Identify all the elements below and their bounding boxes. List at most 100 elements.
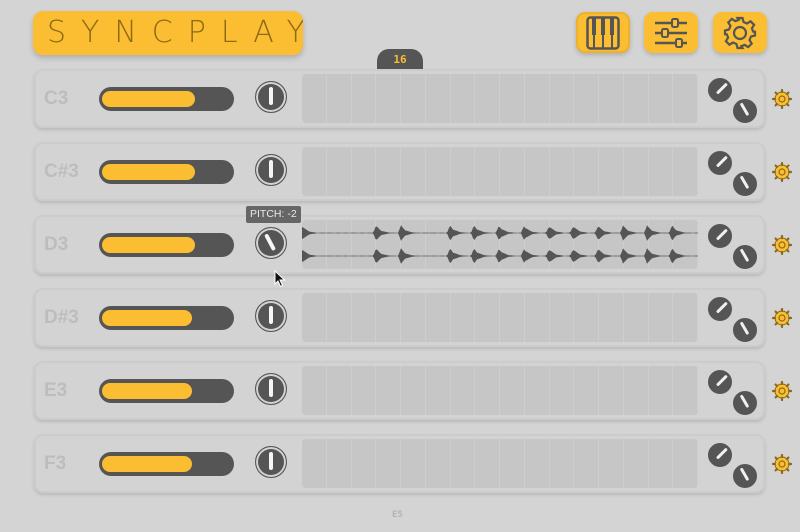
- step-cell[interactable]: [649, 74, 674, 123]
- step-cell[interactable]: [550, 147, 575, 196]
- pitch-knob[interactable]: [255, 300, 287, 332]
- step-cell[interactable]: [451, 74, 476, 123]
- step-cell[interactable]: [376, 74, 401, 123]
- step-cell[interactable]: [649, 147, 674, 196]
- pitch-knob[interactable]: [255, 227, 287, 259]
- attack-knob[interactable]: [706, 368, 734, 396]
- step-cell[interactable]: [525, 147, 550, 196]
- step-cell[interactable]: [574, 366, 599, 415]
- step-cell[interactable]: [550, 439, 575, 488]
- step-sequencer[interactable]: [302, 439, 698, 488]
- step-cell[interactable]: [525, 366, 550, 415]
- step-sequencer[interactable]: [302, 74, 698, 123]
- step-cell[interactable]: [426, 293, 451, 342]
- pitch-knob[interactable]: [255, 81, 287, 113]
- step-cell[interactable]: [352, 147, 377, 196]
- mixer-button[interactable]: [644, 12, 698, 53]
- step-cell[interactable]: [302, 366, 327, 415]
- step-cell[interactable]: [475, 147, 500, 196]
- step-cell[interactable]: [649, 293, 674, 342]
- step-cell[interactable]: [574, 439, 599, 488]
- step-cell[interactable]: [302, 74, 327, 123]
- step-cell[interactable]: [475, 293, 500, 342]
- step-cell[interactable]: [475, 74, 500, 123]
- step-cell[interactable]: [401, 366, 426, 415]
- step-cell[interactable]: [426, 74, 451, 123]
- step-cell[interactable]: [401, 293, 426, 342]
- attack-knob[interactable]: [706, 222, 734, 250]
- attack-knob[interactable]: [706, 76, 734, 104]
- track-settings-gear-icon[interactable]: [772, 454, 792, 474]
- step-cell[interactable]: [550, 74, 575, 123]
- track-settings-gear-icon[interactable]: [772, 89, 792, 109]
- step-cell[interactable]: [327, 147, 352, 196]
- step-cell[interactable]: [475, 439, 500, 488]
- step-cell[interactable]: [401, 74, 426, 123]
- step-cell[interactable]: [599, 74, 624, 123]
- release-knob[interactable]: [731, 316, 759, 344]
- track-settings-gear-icon[interactable]: [772, 162, 792, 182]
- release-knob[interactable]: [731, 462, 759, 490]
- step-cell[interactable]: [327, 366, 352, 415]
- step-cell[interactable]: [352, 293, 377, 342]
- step-cell[interactable]: [426, 439, 451, 488]
- step-cell[interactable]: [624, 147, 649, 196]
- step-cell[interactable]: [451, 147, 476, 196]
- step-cell[interactable]: [302, 147, 327, 196]
- step-cell[interactable]: [525, 293, 550, 342]
- step-cell[interactable]: [599, 366, 624, 415]
- settings-button[interactable]: [713, 12, 767, 53]
- step-sequencer[interactable]: [302, 147, 698, 196]
- step-cell[interactable]: [624, 439, 649, 488]
- attack-knob[interactable]: [706, 441, 734, 469]
- attack-knob[interactable]: [706, 149, 734, 177]
- step-cell[interactable]: [451, 439, 476, 488]
- volume-slider[interactable]: [99, 87, 234, 111]
- step-cell[interactable]: [401, 439, 426, 488]
- pitch-knob[interactable]: [255, 154, 287, 186]
- step-cell[interactable]: [599, 147, 624, 196]
- release-knob[interactable]: [731, 170, 759, 198]
- volume-slider[interactable]: [99, 160, 234, 184]
- release-knob[interactable]: [731, 243, 759, 271]
- step-cell[interactable]: [500, 293, 525, 342]
- step-sequencer[interactable]: [302, 220, 698, 269]
- step-cell[interactable]: [352, 74, 377, 123]
- step-cell[interactable]: [327, 439, 352, 488]
- step-cell[interactable]: [376, 147, 401, 196]
- piano-button[interactable]: [576, 12, 630, 53]
- step-cell[interactable]: [649, 366, 674, 415]
- step-cell[interactable]: [376, 293, 401, 342]
- track-settings-gear-icon[interactable]: [772, 381, 792, 401]
- step-cell[interactable]: [624, 366, 649, 415]
- pitch-knob[interactable]: [255, 373, 287, 405]
- pitch-knob[interactable]: [255, 446, 287, 478]
- step-cell[interactable]: [451, 366, 476, 415]
- attack-knob[interactable]: [706, 295, 734, 323]
- release-knob[interactable]: [731, 97, 759, 125]
- step-sequencer[interactable]: [302, 293, 698, 342]
- volume-slider[interactable]: [99, 379, 234, 403]
- step-cell[interactable]: [376, 366, 401, 415]
- step-sequencer[interactable]: [302, 366, 698, 415]
- track-settings-gear-icon[interactable]: [772, 308, 792, 328]
- step-cell[interactable]: [599, 293, 624, 342]
- step-cell[interactable]: [401, 147, 426, 196]
- step-count-tab[interactable]: 16: [377, 49, 423, 69]
- step-cell[interactable]: [327, 74, 352, 123]
- step-cell[interactable]: [451, 293, 476, 342]
- step-cell[interactable]: [599, 439, 624, 488]
- step-cell[interactable]: [624, 293, 649, 342]
- step-cell[interactable]: [352, 366, 377, 415]
- step-cell[interactable]: [673, 147, 698, 196]
- step-cell[interactable]: [673, 74, 698, 123]
- step-cell[interactable]: [475, 366, 500, 415]
- step-cell[interactable]: [574, 74, 599, 123]
- step-cell[interactable]: [525, 74, 550, 123]
- step-cell[interactable]: [426, 366, 451, 415]
- track-settings-gear-icon[interactable]: [772, 235, 792, 255]
- step-cell[interactable]: [302, 439, 327, 488]
- volume-slider[interactable]: [99, 452, 234, 476]
- step-cell[interactable]: [574, 293, 599, 342]
- step-cell[interactable]: [673, 439, 698, 488]
